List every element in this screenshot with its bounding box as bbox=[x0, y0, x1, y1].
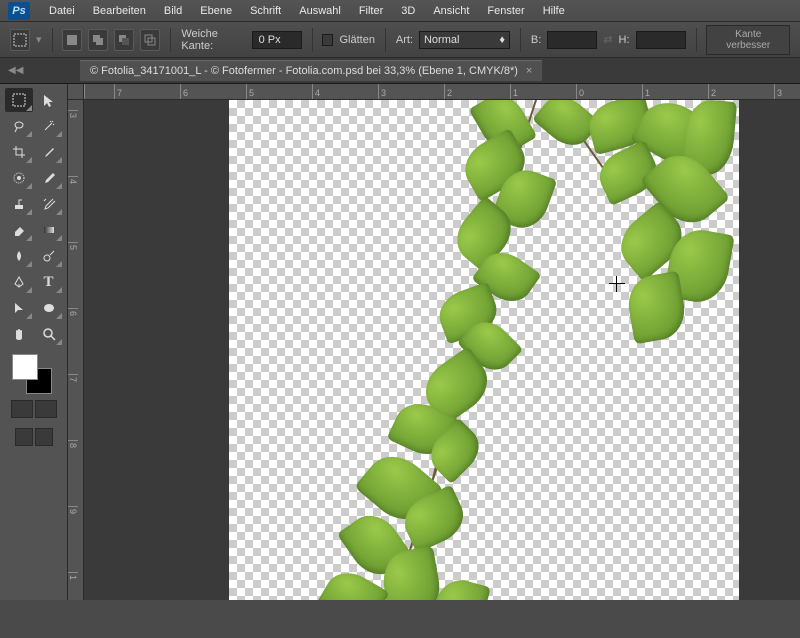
antialias-label: Glätten bbox=[339, 34, 374, 46]
screen-mode-icon[interactable] bbox=[15, 428, 33, 446]
app-logo: Ps bbox=[8, 2, 30, 20]
options-bar: ▾ Weiche Kante: Glätten Art: Normal♦ B: … bbox=[0, 22, 800, 58]
swap-icon[interactable]: ⇄ bbox=[603, 33, 612, 46]
menu-type[interactable]: Schrift bbox=[241, 5, 290, 17]
menu-select[interactable]: Auswahl bbox=[290, 5, 350, 17]
extra-tool-icon[interactable] bbox=[35, 428, 53, 446]
selection-add-icon[interactable] bbox=[88, 29, 108, 51]
ruler-h-tick: 1 bbox=[510, 84, 576, 99]
document-canvas[interactable] bbox=[229, 100, 739, 600]
brush-tool[interactable] bbox=[35, 166, 63, 190]
ruler-h-tick: 5 bbox=[246, 84, 312, 99]
height-input[interactable] bbox=[636, 31, 686, 49]
type-tool[interactable]: T bbox=[35, 270, 63, 294]
vertical-ruler[interactable]: 3 4 5 6 7 8 9 1 bbox=[68, 100, 84, 600]
marquee-tool[interactable] bbox=[5, 88, 33, 112]
color-swatches[interactable] bbox=[12, 354, 52, 394]
ruler-v-tick: 8 bbox=[68, 440, 78, 506]
menu-view[interactable]: Ansicht bbox=[424, 5, 478, 17]
selection-subtract-icon[interactable] bbox=[114, 29, 134, 51]
horizontal-ruler[interactable]: 7 6 5 4 3 2 1 0 1 2 3 bbox=[84, 84, 800, 100]
ruler-h-tick: 1 bbox=[642, 84, 708, 99]
clone-stamp-tool[interactable] bbox=[5, 192, 33, 216]
magic-wand-tool[interactable] bbox=[35, 114, 63, 138]
ruler-h-tick: 2 bbox=[708, 84, 774, 99]
ruler-v-tick: 5 bbox=[68, 242, 78, 308]
menu-edit[interactable]: Bearbeiten bbox=[84, 5, 155, 17]
menu-filter[interactable]: Filter bbox=[350, 5, 392, 17]
lasso-tool[interactable] bbox=[5, 114, 33, 138]
ruler-v-tick: 3 bbox=[68, 110, 78, 176]
menu-window[interactable]: Fenster bbox=[478, 5, 533, 17]
hand-tool[interactable] bbox=[5, 322, 33, 346]
tools-panel: T bbox=[0, 84, 68, 600]
shape-tool[interactable] bbox=[35, 296, 63, 320]
menu-image[interactable]: Bild bbox=[155, 5, 191, 17]
ruler-v-tick: 9 bbox=[68, 506, 78, 572]
antialias-checkbox[interactable] bbox=[322, 34, 333, 46]
style-select[interactable]: Normal♦ bbox=[419, 31, 510, 49]
crop-tool[interactable] bbox=[5, 140, 33, 164]
height-label: H: bbox=[619, 34, 630, 46]
collapse-icon[interactable]: ◀◀ bbox=[8, 65, 23, 76]
document-tab[interactable]: © Fotolia_34171001_L - © Fotofermer - Fo… bbox=[80, 60, 542, 81]
quick-mask-button[interactable] bbox=[11, 400, 33, 418]
ruler-origin[interactable] bbox=[68, 84, 84, 100]
dodge-tool[interactable] bbox=[35, 244, 63, 268]
document-tabs: ◀◀ © Fotolia_34171001_L - © Fotofermer -… bbox=[0, 58, 800, 84]
eyedropper-tool[interactable] bbox=[35, 140, 63, 164]
gradient-tool[interactable] bbox=[35, 218, 63, 242]
history-brush-tool[interactable] bbox=[35, 192, 63, 216]
healing-brush-tool[interactable] bbox=[5, 166, 33, 190]
ruler-h-tick: 3 bbox=[378, 84, 444, 99]
ruler-v-tick: 7 bbox=[68, 374, 78, 440]
ruler-h-tick: 6 bbox=[180, 84, 246, 99]
ruler-h-tick: 0 bbox=[576, 84, 642, 99]
marquee-tool-icon[interactable] bbox=[10, 29, 30, 51]
menu-3d[interactable]: 3D bbox=[392, 5, 424, 17]
width-label: B: bbox=[531, 34, 541, 46]
menu-bar: Ps Datei Bearbeiten Bild Ebene Schrift A… bbox=[0, 0, 800, 22]
ruler-h-tick: 4 bbox=[312, 84, 378, 99]
screen-mode-button[interactable] bbox=[35, 400, 57, 418]
eraser-tool[interactable] bbox=[5, 218, 33, 242]
feather-label: Weiche Kante: bbox=[181, 28, 245, 52]
menu-help[interactable]: Hilfe bbox=[534, 5, 574, 17]
selection-new-icon[interactable] bbox=[62, 29, 82, 51]
leaf bbox=[624, 271, 689, 345]
ruler-h-tick: 3 bbox=[774, 84, 800, 99]
style-label: Art: bbox=[396, 34, 413, 46]
foreground-color[interactable] bbox=[12, 354, 38, 380]
crosshair-cursor bbox=[609, 276, 625, 292]
pen-tool[interactable] bbox=[5, 270, 33, 294]
menu-file[interactable]: Datei bbox=[40, 5, 84, 17]
selection-intersect-icon[interactable] bbox=[140, 29, 160, 51]
document-tab-title: © Fotolia_34171001_L - © Fotofermer - Fo… bbox=[90, 65, 518, 77]
tab-close-icon[interactable]: × bbox=[526, 65, 532, 77]
refine-edge-button[interactable]: Kante verbesser bbox=[706, 25, 790, 55]
canvas-viewport[interactable] bbox=[84, 100, 800, 600]
blur-tool[interactable] bbox=[5, 244, 33, 268]
zoom-tool[interactable] bbox=[35, 322, 63, 346]
feather-input[interactable] bbox=[252, 31, 302, 49]
ruler-h-tick: 7 bbox=[114, 84, 180, 99]
ruler-v-tick: 1 bbox=[68, 572, 78, 638]
ruler-v-tick: 6 bbox=[68, 308, 78, 374]
workspace: 7 6 5 4 3 2 1 0 1 2 3 3 4 5 6 7 8 9 1 bbox=[68, 84, 800, 600]
move-tool[interactable] bbox=[35, 88, 63, 112]
width-input[interactable] bbox=[547, 31, 597, 49]
ruler-v-tick: 4 bbox=[68, 176, 78, 242]
menu-layer[interactable]: Ebene bbox=[191, 5, 241, 17]
ruler-h-tick: 2 bbox=[444, 84, 510, 99]
path-selection-tool[interactable] bbox=[5, 296, 33, 320]
